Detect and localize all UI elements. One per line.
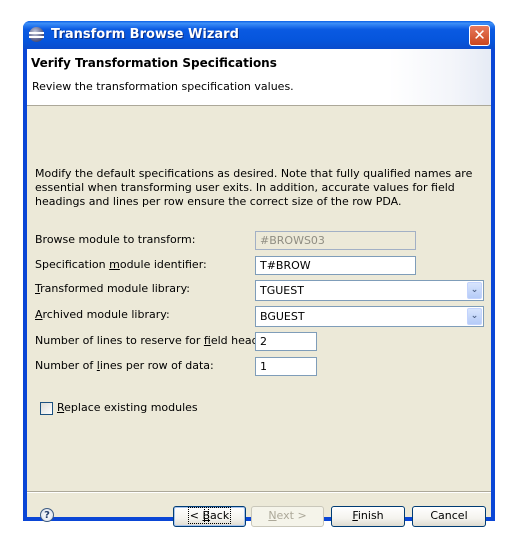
- page-description: Review the transformation specification …: [32, 80, 294, 93]
- label-part: eplace existing modules: [64, 401, 198, 414]
- mnemonic: B: [202, 509, 211, 522]
- spec-module-label: Specification module identifier:: [35, 258, 207, 271]
- label-part: ack: [208, 507, 232, 524]
- wizard-header: Verify Transformation Specifications Rev…: [27, 49, 491, 106]
- transformed-library-value: TGUEST: [260, 284, 304, 297]
- archived-library-value: BGUEST: [260, 310, 305, 323]
- label-part: Number of lines to reserve for: [35, 334, 204, 347]
- lines-per-row-label: Number of lines per row of data:: [35, 359, 214, 372]
- cancel-button[interactable]: Cancel: [412, 506, 486, 527]
- chevron-down-icon[interactable]: ⌄: [467, 308, 482, 325]
- eclipse-app-icon: [29, 27, 44, 42]
- wizard-window: Transform Browse Wizard ✕ Verify Transfo…: [23, 21, 495, 527]
- page-title: Verify Transformation Specifications: [31, 56, 277, 70]
- intro-text: Modify the default specifications as des…: [35, 167, 473, 208]
- label-part: <: [187, 507, 205, 524]
- title-bar[interactable]: Transform Browse Wizard ✕: [23, 21, 495, 49]
- mnemonic: f: [203, 334, 211, 347]
- archived-library-label: Archived module library:: [35, 308, 170, 321]
- back-button[interactable]: < Back: [173, 506, 246, 527]
- mnemonic: m: [109, 258, 120, 271]
- label-part: rchived module library:: [42, 308, 170, 321]
- label-part: inish: [357, 509, 384, 522]
- label-part: Specification: [35, 258, 110, 271]
- field-heading-lines-label: Number of lines to reserve for field hea…: [35, 334, 279, 347]
- wizard-client-area: Verify Transformation Specifications Rev…: [27, 49, 491, 527]
- chevron-down-icon[interactable]: ⌄: [467, 282, 482, 299]
- label-part: ext >: [276, 509, 307, 522]
- spec-module-input[interactable]: T#BROW: [255, 256, 416, 275]
- lines-per-row-input[interactable]: 1: [255, 357, 317, 376]
- finish-button[interactable]: Finish: [331, 506, 405, 527]
- close-button[interactable]: ✕: [469, 25, 490, 46]
- transformed-library-select[interactable]: TGUEST ⌄: [255, 280, 484, 301]
- replace-existing-label[interactable]: Replace existing modules: [57, 401, 198, 414]
- next-button: Next >: [251, 506, 324, 527]
- label-part: ransformed module library:: [40, 282, 190, 295]
- replace-existing-checkbox[interactable]: [40, 402, 53, 415]
- footer-divider: [27, 491, 491, 493]
- back-label: < Back: [187, 507, 232, 524]
- label-part: odule identifier:: [119, 258, 207, 271]
- label-part: ines per row of data:: [99, 359, 214, 372]
- browse-module-field: #BROWS03: [255, 231, 416, 250]
- browse-module-label: Browse module to transform:: [35, 233, 196, 246]
- mnemonic: N: [268, 509, 277, 522]
- window-title: Transform Browse Wizard: [51, 27, 239, 42]
- field-heading-lines-input[interactable]: 2: [255, 332, 317, 351]
- label-part: Number of: [35, 359, 97, 372]
- mnemonic: A: [35, 308, 43, 321]
- transformed-library-label: Transformed module library:: [35, 282, 190, 295]
- help-icon[interactable]: ?: [40, 508, 54, 522]
- archived-library-select[interactable]: BGUEST ⌄: [255, 306, 484, 327]
